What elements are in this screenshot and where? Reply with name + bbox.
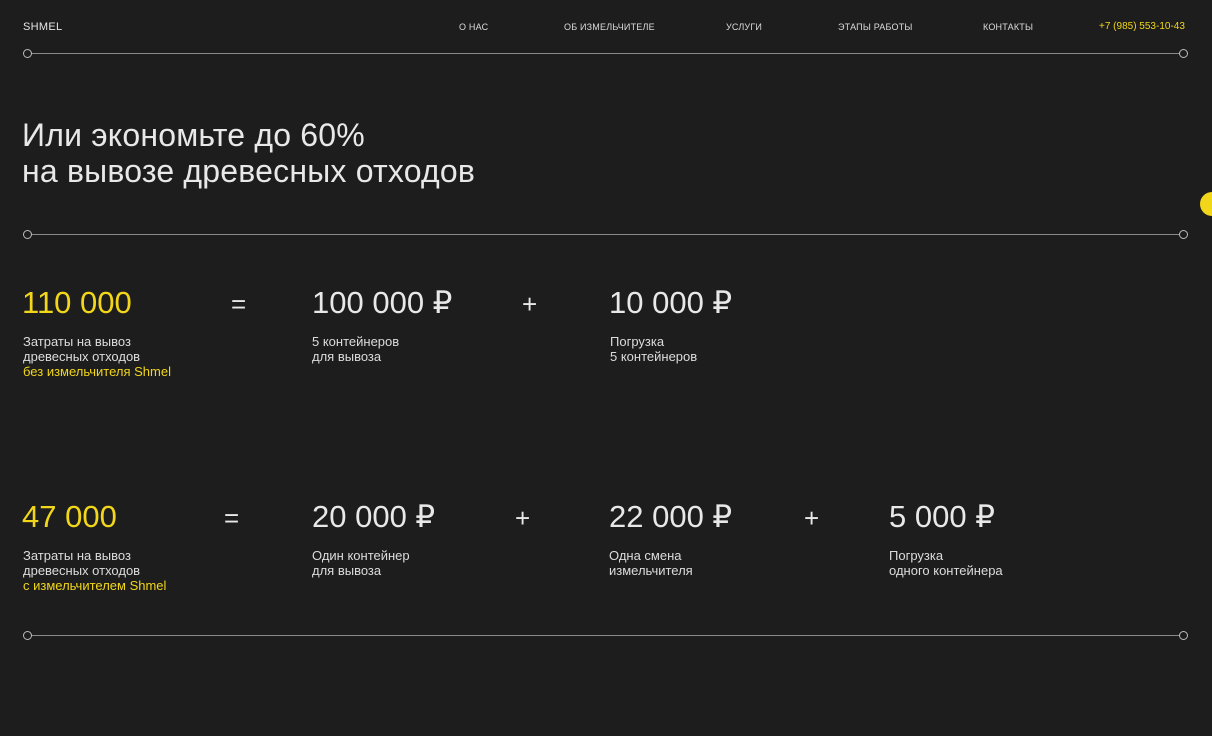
row1-item-1-desc-line-2: для вывоза	[312, 349, 382, 364]
row1-desc-highlight: без измельчителя Shmel	[23, 364, 171, 379]
row2-item-3-value: 5 000 ₽	[889, 499, 995, 534]
divider-bottom	[23, 631, 1188, 640]
row2-plus-sign-1: +	[515, 503, 531, 533]
hero-title-line-2: на вывозе древесных отходов	[22, 153, 476, 189]
logo[interactable]: SHMEL	[23, 21, 62, 33]
phone-link[interactable]: +7 (985) 553-10-43	[1099, 21, 1185, 32]
row2-item-3-desc-line-1: Погрузка	[889, 548, 944, 563]
row1-item-2-desc: Погрузка 5 контейнеров	[610, 334, 697, 364]
row2-item-1-desc-line-2: для вывоза	[312, 563, 382, 578]
nav-shredder[interactable]: ОБ ИЗМЕЛЬЧИТЕЛЕ	[564, 22, 655, 32]
row1-desc-line-1: Затраты на вывоз	[23, 334, 131, 349]
row2-item-2-desc-line-1: Одна смена	[609, 548, 682, 563]
hero-title-line-1: Или экономьте до 60%	[22, 117, 365, 153]
row2-item-3-desc-line-2: одного контейнера	[889, 563, 1003, 578]
row1-item-2-desc-line-1: Погрузка	[610, 334, 665, 349]
row2-desc-line-1: Затраты на вывоз	[23, 548, 131, 563]
row2-desc-highlight: с измельчителем Shmel	[23, 578, 167, 593]
row2-desc-line-2: древесных отходов	[23, 563, 141, 578]
nav-stages[interactable]: ЭТАПЫ РАБОТЫ	[838, 22, 913, 32]
row2-item-2-desc-line-2: измельчителя	[609, 563, 693, 578]
nav-contacts[interactable]: КОНТАКТЫ	[983, 22, 1033, 32]
row2-total-desc: Затраты на вывоз древесных отходов с изм…	[23, 548, 166, 593]
row2-item-3-desc: Погрузка одного контейнера	[889, 548, 1003, 578]
divider-middle	[23, 230, 1188, 239]
row2-equals-sign: =	[224, 503, 240, 533]
row2-total-value: 47 000	[22, 499, 117, 534]
side-dot-button[interactable]	[1200, 192, 1212, 216]
row1-item-1-desc-line-1: 5 контейнеров	[312, 334, 400, 349]
row2-item-1-desc-line-1: Один контейнер	[312, 548, 410, 563]
row1-item-2-value: 10 000 ₽	[609, 285, 733, 320]
row1-equals-sign: =	[231, 289, 247, 319]
row1-item-2-desc-line-2: 5 контейнеров	[610, 349, 698, 364]
nav-services[interactable]: УСЛУГИ	[726, 22, 762, 32]
row2-item-2-value: 22 000 ₽	[609, 499, 733, 534]
row2-plus-sign-2: +	[804, 503, 820, 533]
row2-item-2-desc: Одна смена измельчителя	[609, 548, 693, 578]
row1-item-1-value: 100 000 ₽	[312, 285, 453, 320]
row1-desc-line-2: древесных отходов	[23, 349, 141, 364]
row1-item-1-desc: 5 контейнеров для вывоза	[312, 334, 399, 364]
row2-item-1-value: 20 000 ₽	[312, 499, 436, 534]
nav-about[interactable]: О НАС	[459, 22, 488, 32]
divider-top	[23, 49, 1188, 58]
row1-total-value: 110 000	[22, 285, 132, 320]
row1-total-desc: Затраты на вывоз древесных отходов без и…	[23, 334, 171, 379]
row2-item-1-desc: Один контейнер для вывоза	[312, 548, 410, 578]
row1-plus-sign: +	[522, 289, 538, 319]
